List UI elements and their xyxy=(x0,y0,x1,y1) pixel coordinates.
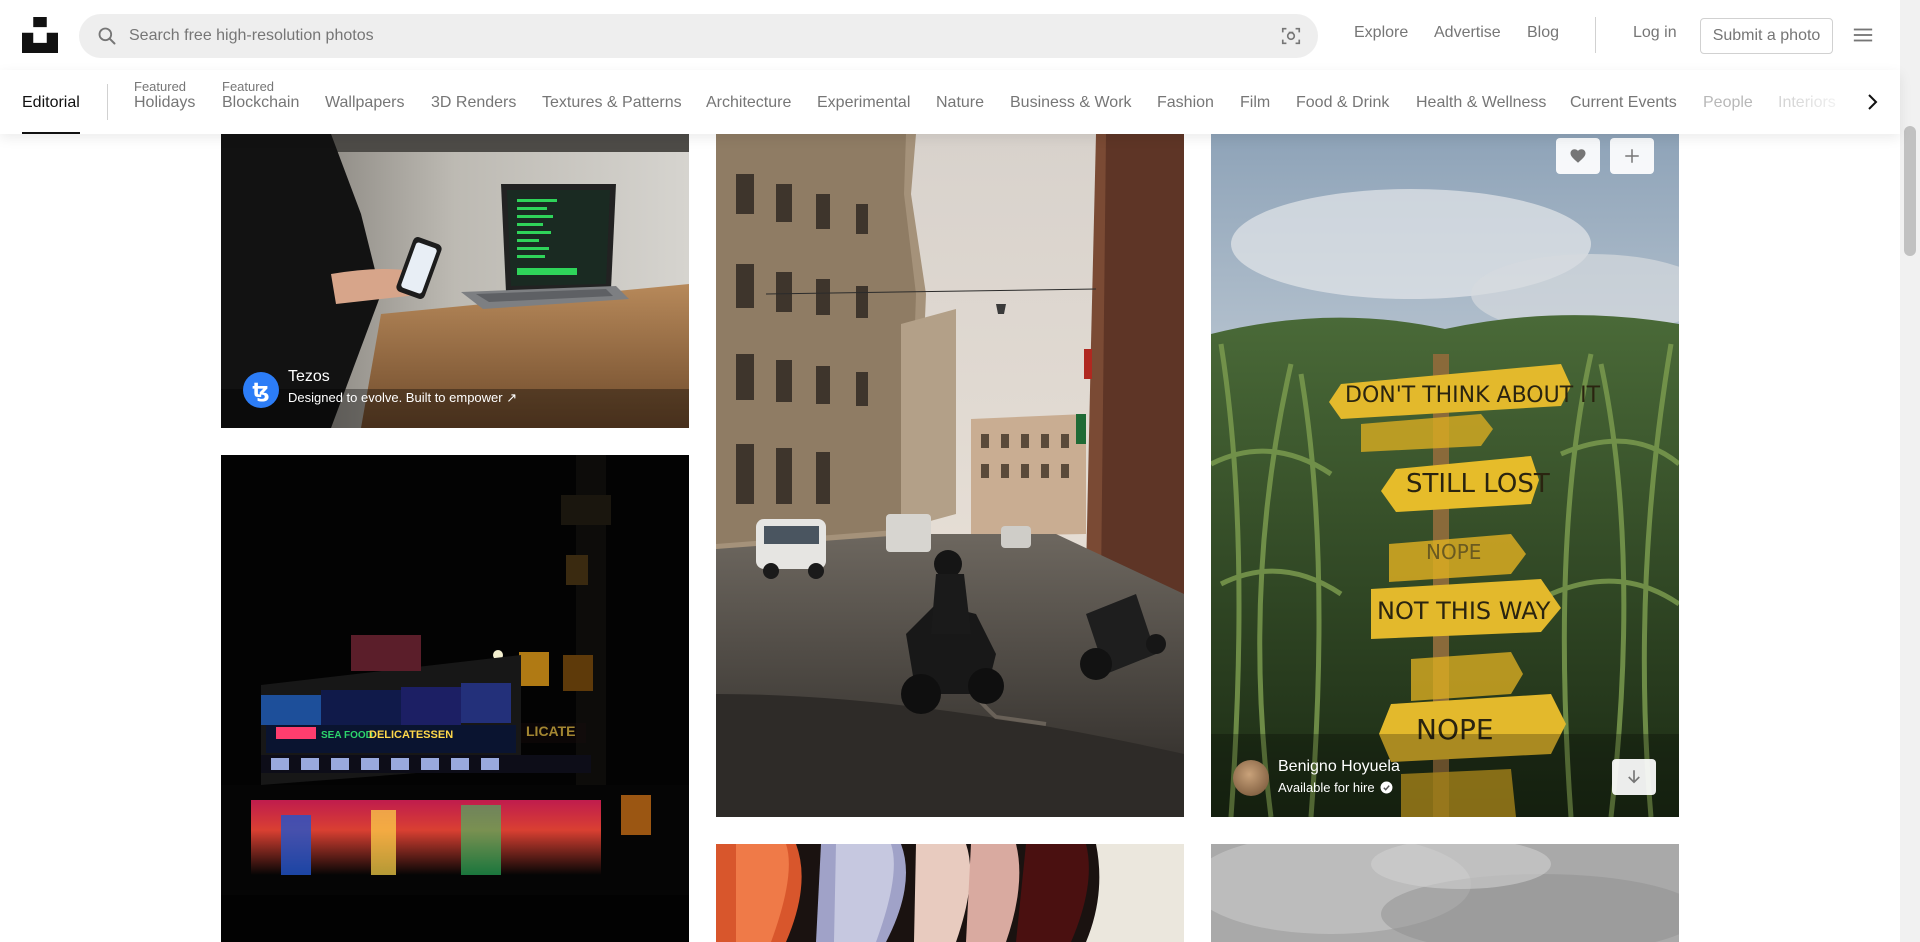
tab-label: Health & Wellness xyxy=(1416,94,1547,111)
author-status-text: Available for hire xyxy=(1278,780,1375,795)
topic-tabs-bar: Editorial Featured Holidays Featured Blo… xyxy=(0,70,1900,134)
sign-text: DON'T THINK ABOUT IT xyxy=(1345,383,1601,408)
login-link[interactable]: Log in xyxy=(1633,24,1677,42)
tab-label: Architecture xyxy=(706,94,792,111)
active-tab-underline xyxy=(22,132,80,134)
plus-icon xyxy=(1625,149,1639,163)
tab-label: Food & Drink xyxy=(1296,94,1390,111)
photo-neon-street[interactable]: SEA FOOD DELICATESSEN LICATE xyxy=(221,455,689,942)
check-badge-icon xyxy=(1380,781,1393,794)
tab-label: Film xyxy=(1240,94,1271,111)
hamburger-menu-icon[interactable] xyxy=(1852,24,1874,46)
photo-sponsored-tezos[interactable]: ꜩ Tezos Designed to evolve. Built to emp… xyxy=(221,134,689,428)
tab-editorial[interactable]: Editorial xyxy=(22,70,80,134)
submit-photo-button[interactable]: Submit a photo xyxy=(1700,18,1833,54)
tabs-fade-overlay xyxy=(1790,70,1860,134)
arrow-down-icon xyxy=(1628,770,1640,784)
tab-label: Business & Work xyxy=(1010,94,1132,111)
add-to-collection-button[interactable] xyxy=(1610,138,1654,174)
photo-image xyxy=(716,134,1184,817)
tabs-divider xyxy=(107,84,108,120)
tezos-avatar[interactable]: ꜩ xyxy=(243,372,279,408)
scrollbar-thumb[interactable] xyxy=(1904,126,1916,256)
nav-divider xyxy=(1595,17,1596,53)
tab-label: Nature xyxy=(936,94,985,111)
photo-city-street-scooter[interactable] xyxy=(716,134,1184,817)
photo-cornfield-signpost[interactable]: DON'T THINK ABOUT IT STILL LOST NOPE NOT… xyxy=(1211,134,1679,817)
page-scrollbar[interactable] xyxy=(1900,0,1920,942)
tab-label: Experimental xyxy=(817,94,911,111)
tab-label: Holidays xyxy=(134,94,196,111)
sign-text: NOT THIS WAY xyxy=(1377,597,1551,625)
tab-label: Blockchain xyxy=(222,94,300,111)
visual-search-icon[interactable] xyxy=(1280,25,1302,47)
search-icon[interactable] xyxy=(97,26,117,46)
tab-label: Wallpapers xyxy=(325,94,405,111)
nav-advertise-link[interactable]: Advertise xyxy=(1434,24,1501,42)
photo-fabric-rolls[interactable] xyxy=(716,844,1184,942)
search-bar xyxy=(79,14,1318,58)
sign-text: STILL LOST xyxy=(1406,469,1550,499)
tab-label: 3D Renders xyxy=(431,94,517,111)
sign-text: NOPE xyxy=(1426,540,1481,564)
unsplash-logo-icon[interactable] xyxy=(22,17,58,53)
sponsor-tagline[interactable]: Designed to evolve. Built to empower ↗ xyxy=(288,390,517,406)
author-avatar[interactable] xyxy=(1233,760,1269,796)
sponsor-name[interactable]: Tezos xyxy=(288,368,330,386)
author-name[interactable]: Benigno Hoyuela xyxy=(1278,758,1400,776)
tab-label: Editorial xyxy=(22,94,80,111)
tab-label: Fashion xyxy=(1157,94,1214,111)
nav-explore-link[interactable]: Explore xyxy=(1354,24,1408,42)
like-button[interactable] xyxy=(1556,138,1600,174)
tab-label: Current Events xyxy=(1570,94,1677,111)
photo-image xyxy=(716,844,1184,942)
photo-image: DON'T THINK ABOUT IT STILL LOST NOPE NOT… xyxy=(1211,134,1679,817)
tab-label: Textures & Patterns xyxy=(542,94,682,111)
chevron-right-icon[interactable] xyxy=(1860,90,1884,114)
author-status[interactable]: Available for hire xyxy=(1278,780,1393,795)
photo-image xyxy=(1211,844,1679,942)
neon-sign-seafood: SEA FOOD xyxy=(321,730,373,741)
heart-icon xyxy=(1570,149,1586,163)
download-button[interactable] xyxy=(1612,759,1656,795)
tab-eyebrow: Featured xyxy=(222,79,275,94)
top-navigation-bar: Explore Advertise Blog Log in Submit a p… xyxy=(0,0,1900,70)
search-input[interactable] xyxy=(129,14,1249,58)
photo-grey-texture[interactable] xyxy=(1211,844,1679,942)
neon-sign-delicatessen: DELICATESSEN xyxy=(369,729,453,741)
tezos-avatar-glyph: ꜩ xyxy=(252,379,270,402)
tab-eyebrow: Featured xyxy=(134,79,187,94)
nav-blog-link[interactable]: Blog xyxy=(1527,24,1559,42)
photo-image: SEA FOOD DELICATESSEN LICATE xyxy=(221,455,689,942)
tab-label: People xyxy=(1703,94,1753,111)
